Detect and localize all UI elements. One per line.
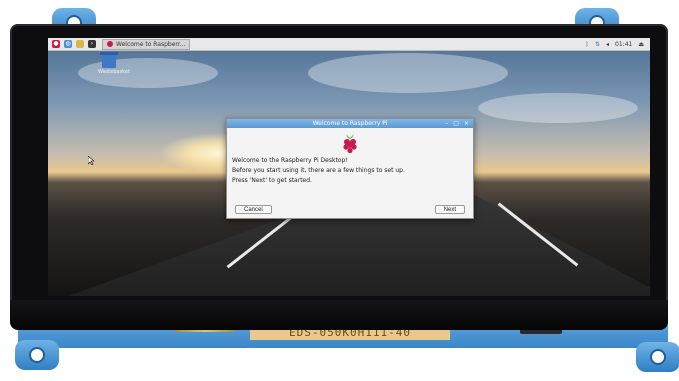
- dialog-line-setup: Before you start using it, there are a f…: [232, 167, 405, 174]
- desktop-trash[interactable]: Wastebasket: [98, 52, 130, 75]
- system-tray: ᛒ ⇅ ◂ 01:41 ⏏: [585, 41, 650, 48]
- raspberry-pi-logo-icon: [343, 134, 357, 154]
- close-icon[interactable]: ×: [464, 119, 469, 128]
- minimize-icon[interactable]: –: [445, 119, 448, 128]
- dialog-title: Welcome to Raspberry Pi: [312, 120, 388, 127]
- taskbar: ● ◍ › Welcome to Raspberr... ᛒ ⇅ ◂ 01:41…: [48, 38, 650, 51]
- cancel-button[interactable]: Cancel: [235, 205, 272, 214]
- bluetooth-icon[interactable]: ᛒ: [585, 41, 589, 48]
- taskbar-item-label: Welcome to Raspberr...: [116, 40, 186, 48]
- terminal-icon[interactable]: ›: [88, 40, 96, 48]
- volume-icon[interactable]: ◂: [606, 41, 609, 48]
- folder-icon[interactable]: [76, 40, 84, 48]
- welcome-dialog: Welcome to Raspberry Pi – □ × Welcome to…: [226, 118, 474, 219]
- raspberry-menu-icon[interactable]: ●: [52, 40, 60, 48]
- display-bezel-bottom: [10, 300, 668, 330]
- cloud: [478, 93, 638, 123]
- mouse-cursor-icon: [88, 156, 94, 165]
- desktop-trash-label: Wastebasket: [98, 69, 130, 75]
- dialog-titlebar[interactable]: Welcome to Raspberry Pi – □ ×: [227, 119, 473, 128]
- network-icon[interactable]: ⇅: [595, 41, 600, 48]
- mounting-bracket-bottom-left: [15, 340, 59, 370]
- mounting-bracket-bottom-right: [636, 342, 679, 372]
- dialog-line-welcome: Welcome to the Raspberry Pi Desktop!: [232, 157, 348, 164]
- dialog-line-instruction: Press 'Next' to get started.: [232, 177, 312, 184]
- globe-icon[interactable]: ◍: [64, 40, 72, 48]
- taskbar-item-welcome[interactable]: Welcome to Raspberr...: [102, 38, 191, 50]
- cloud: [308, 53, 508, 93]
- eject-icon[interactable]: ⏏: [638, 41, 644, 48]
- next-button[interactable]: Next: [434, 205, 465, 214]
- clock[interactable]: 01:41: [615, 41, 632, 48]
- raspberry-icon: [107, 41, 113, 47]
- screen: ● ◍ › Welcome to Raspberr... ᛒ ⇅ ◂ 01:41…: [48, 38, 650, 296]
- trash-icon: [100, 52, 118, 68]
- maximize-icon[interactable]: □: [453, 119, 459, 128]
